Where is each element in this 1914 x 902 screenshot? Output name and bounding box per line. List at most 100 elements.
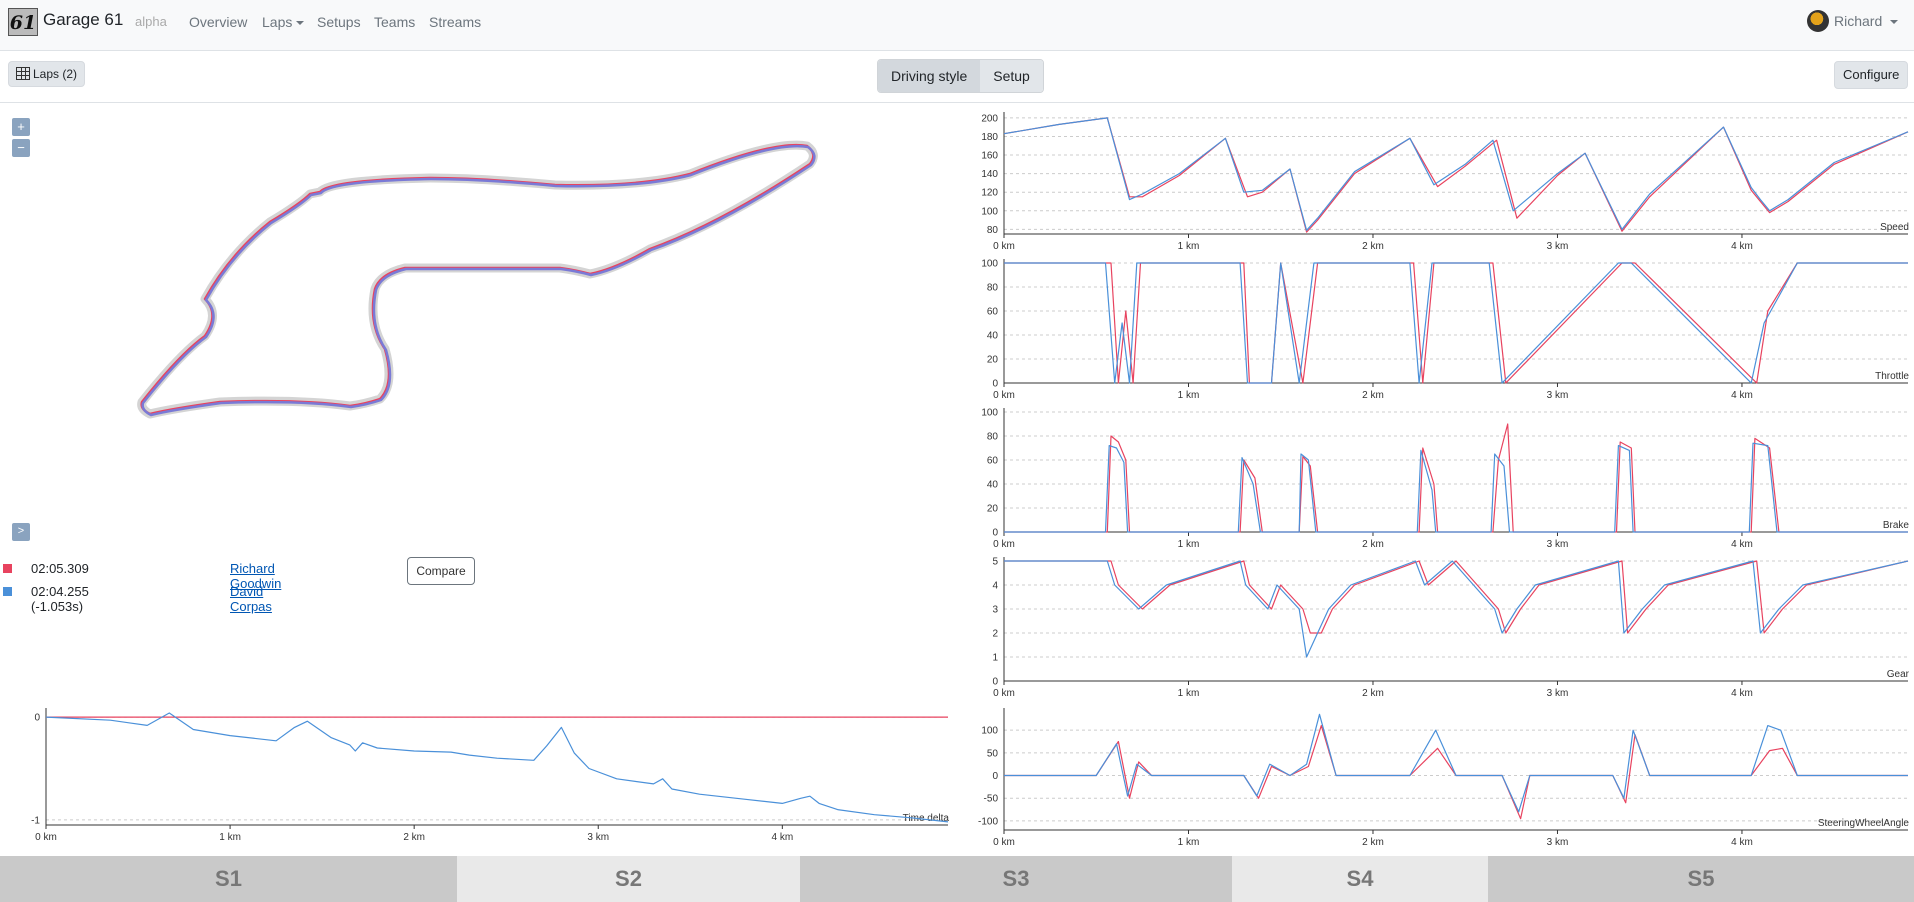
sector-1[interactable]: S1 bbox=[0, 856, 457, 902]
brand-name[interactable]: Garage 61 bbox=[43, 10, 123, 30]
y-tick-label: 200 bbox=[981, 113, 998, 124]
x-tick-label: 2 km bbox=[1362, 688, 1384, 699]
user-menu[interactable]: Richard bbox=[1834, 13, 1899, 29]
series-line-0 bbox=[1003, 117, 1909, 233]
y-tick-label: 60 bbox=[987, 307, 999, 318]
nav-teams[interactable]: Teams bbox=[374, 14, 415, 30]
setup-button[interactable]: Setup bbox=[980, 60, 1043, 92]
x-tick-label: 3 km bbox=[587, 832, 609, 843]
x-tick-label: 2 km bbox=[1362, 241, 1384, 252]
gear-chart[interactable]: 0 1 2 3 4 5 0 km 1 km 2 km 3 km 4 km Gear bbox=[960, 551, 1914, 700]
mode-toggle: Driving style Setup bbox=[877, 59, 1044, 93]
user-avatar[interactable] bbox=[1807, 10, 1829, 32]
chart-title: Time delta bbox=[903, 813, 950, 824]
y-tick-label: 0 bbox=[992, 379, 998, 390]
y-tick-label: 5 bbox=[992, 557, 998, 568]
zoom-out-button[interactable]: − bbox=[12, 139, 30, 157]
x-tick-label: 1 km bbox=[219, 832, 241, 843]
chart-title: Speed bbox=[1880, 222, 1909, 233]
sector-2[interactable]: S2 bbox=[457, 856, 800, 902]
chart-title: Gear bbox=[1887, 669, 1910, 680]
x-tick-label: 2 km bbox=[1362, 837, 1384, 848]
nav-overview[interactable]: Overview bbox=[189, 14, 247, 30]
y-tick-label: -50 bbox=[984, 794, 999, 805]
x-tick-label: 1 km bbox=[1178, 241, 1200, 252]
chart-title: Brake bbox=[1883, 520, 1910, 531]
configure-button[interactable]: Configure bbox=[1834, 61, 1909, 89]
x-tick-label: 4 km bbox=[771, 832, 793, 843]
x-tick-label: 3 km bbox=[1547, 837, 1569, 848]
y-tick-label: 100 bbox=[981, 726, 998, 737]
lap-line-red bbox=[140, 143, 815, 416]
track-map[interactable] bbox=[0, 104, 960, 534]
x-tick-label: 2 km bbox=[403, 832, 425, 843]
expand-button[interactable]: > bbox=[12, 523, 30, 541]
x-tick-label: 0 km bbox=[993, 688, 1015, 699]
y-tick-label: -1 bbox=[31, 815, 40, 826]
speed-chart[interactable]: 80 100 120 140 160 180 200 0 km 1 km 2 km 3 km 4 km… bbox=[960, 104, 1914, 252]
x-tick-label: 4 km bbox=[1731, 539, 1753, 550]
series-line-0 bbox=[1004, 262, 1908, 384]
x-tick-label: 0 km bbox=[993, 837, 1015, 848]
garage61-logo[interactable]: 61 bbox=[8, 8, 38, 36]
y-tick-label: 60 bbox=[987, 456, 999, 467]
x-tick-label: 0 km bbox=[993, 539, 1015, 550]
sector-3[interactable]: S3 bbox=[800, 856, 1232, 902]
x-tick-label: 1 km bbox=[1178, 837, 1200, 848]
y-tick-label: 100 bbox=[981, 408, 998, 419]
x-tick-label: 0 km bbox=[993, 241, 1015, 252]
nav-laps-label: Laps bbox=[262, 14, 293, 30]
chart-title: Throttle bbox=[1875, 371, 1909, 382]
nav-streams[interactable]: Streams bbox=[429, 14, 481, 30]
y-tick-label: 160 bbox=[981, 151, 998, 162]
user-name: Richard bbox=[1834, 13, 1883, 29]
series-line-0 bbox=[1004, 725, 1908, 820]
y-tick-label: 0 bbox=[992, 677, 998, 688]
y-tick-label: 180 bbox=[981, 132, 998, 143]
time-delta-chart[interactable]: 0 -1 0 km 1 km 2 km 3 km 4 km Time delta bbox=[0, 700, 960, 852]
y-tick-label: -100 bbox=[978, 816, 998, 827]
driver-link[interactable]: David Corpas bbox=[230, 584, 272, 614]
y-tick-label: 80 bbox=[987, 225, 999, 236]
brake-chart[interactable]: 0 20 40 60 80 100 0 km 1 km 2 km 3 km 4 km Brake bbox=[960, 402, 1914, 551]
throttle-chart[interactable]: 0 20 40 60 80 100 0 km 1 km 2 km 3 km 4 km Throttle bbox=[960, 253, 1914, 402]
sector-5[interactable]: S5 bbox=[1488, 856, 1914, 902]
y-tick-label: 20 bbox=[987, 355, 999, 366]
table-icon bbox=[16, 67, 30, 80]
lap-color-swatch bbox=[3, 587, 12, 596]
series-line-0 bbox=[1004, 560, 1909, 634]
track-outline bbox=[137, 140, 818, 419]
x-tick-label: 3 km bbox=[1547, 688, 1569, 699]
y-tick-label: 0 bbox=[34, 713, 40, 724]
y-tick-label: 40 bbox=[987, 480, 999, 491]
y-tick-label: 0 bbox=[992, 528, 998, 539]
x-tick-label: 1 km bbox=[1178, 539, 1200, 550]
steering-angle-chart[interactable]: 100 50 0 -50 -100 0 km 1 km 2 km 3 km 4 km Steerin… bbox=[960, 700, 1914, 852]
x-tick-label: 1 km bbox=[1178, 688, 1200, 699]
x-tick-label: 3 km bbox=[1547, 390, 1569, 401]
y-tick-label: 80 bbox=[987, 432, 999, 443]
chevron-down-icon bbox=[296, 21, 305, 26]
laps-button-label: Laps (2) bbox=[33, 67, 78, 81]
y-tick-label: 1 bbox=[992, 653, 998, 664]
zoom-in-button[interactable]: + bbox=[12, 118, 30, 136]
y-tick-label: 2 bbox=[992, 629, 998, 640]
series-line-0 bbox=[1004, 423, 1908, 533]
nav-setups[interactable]: Setups bbox=[317, 14, 361, 30]
nav-laps[interactable]: Laps bbox=[262, 14, 305, 30]
compare-button[interactable]: Compare bbox=[407, 557, 475, 585]
lap-color-swatch bbox=[3, 564, 12, 573]
y-tick-label: 40 bbox=[987, 331, 999, 342]
driving-style-button[interactable]: Driving style bbox=[878, 60, 981, 92]
laps-button[interactable]: Laps (2) bbox=[8, 61, 86, 87]
chart-title: SteeringWheelAngle bbox=[1818, 818, 1910, 829]
x-tick-label: 2 km bbox=[1362, 539, 1384, 550]
lap-time: 02:04.255 (-1.053s) bbox=[31, 584, 89, 614]
y-tick-label: 3 bbox=[992, 605, 998, 616]
y-tick-label: 4 bbox=[992, 581, 998, 592]
x-tick-label: 4 km bbox=[1731, 390, 1753, 401]
x-tick-label: 4 km bbox=[1731, 688, 1753, 699]
chevron-down-icon bbox=[1890, 20, 1899, 25]
x-tick-label: 2 km bbox=[1362, 390, 1384, 401]
sector-4[interactable]: S4 bbox=[1232, 856, 1488, 902]
